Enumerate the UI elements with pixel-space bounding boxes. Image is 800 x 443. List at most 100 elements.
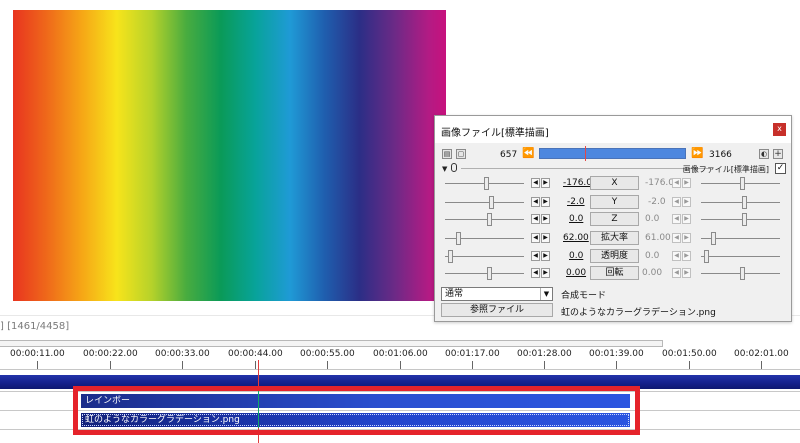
param-name-button[interactable]: Z: [590, 212, 639, 226]
increment-button[interactable]: ▶: [541, 251, 550, 261]
enable-checkbox[interactable]: ✓: [775, 163, 786, 174]
ruler-tick: [327, 361, 328, 369]
timeline-scrollbar[interactable]: [0, 340, 663, 347]
increment-button[interactable]: ▶: [682, 178, 691, 188]
camera-icon[interactable]: ◐: [759, 149, 769, 159]
slider-thumb[interactable]: [711, 232, 716, 245]
decrement-button[interactable]: ◀: [531, 251, 540, 261]
param-value[interactable]: 62.00: [563, 233, 589, 243]
param-end-value[interactable]: 61.00: [645, 233, 671, 243]
dialog-titlebar[interactable]: 画像ファイル[標準描画] x: [435, 116, 791, 143]
increment-button[interactable]: ▶: [682, 214, 691, 224]
slider-track: [701, 219, 780, 220]
decrement-button[interactable]: ◀: [531, 233, 540, 243]
increment-button[interactable]: ▶: [541, 197, 550, 207]
slider-track: [445, 256, 524, 257]
decrement-button[interactable]: ◀: [672, 178, 681, 188]
param-name-button[interactable]: X: [590, 176, 639, 190]
param-value[interactable]: 0.0: [569, 214, 583, 224]
ruler-tick-label: 00:01:17.00: [445, 349, 500, 359]
ruler-tick-label: 00:01:39.00: [589, 349, 644, 359]
increment-button[interactable]: ▶: [541, 233, 550, 243]
timeline-ruler[interactable]: 00:00:11.00 00:00:22.00 00:00:33.00 00:0…: [0, 348, 800, 370]
slider-track: [701, 202, 780, 203]
decrement-button[interactable]: ◀: [531, 178, 540, 188]
ruler-tick-label: 00:01:50.00: [662, 349, 717, 359]
object-settings-dialog: 画像ファイル[標準描画] x ▤ ▢ 657 ⏪ ⏩ 3166 ◐ + ▼ 画像…: [434, 115, 792, 322]
ruler-tick-label: 00:01:28.00: [517, 349, 572, 359]
increment-button[interactable]: ▶: [541, 214, 550, 224]
slider-track: [445, 273, 524, 274]
ruler-tick-label: 00:00:22.00: [83, 349, 138, 359]
ruler-tick: [255, 361, 256, 369]
decrement-button[interactable]: ◀: [672, 251, 681, 261]
decrement-button[interactable]: ◀: [672, 214, 681, 224]
param-end-value[interactable]: -2.0: [648, 197, 666, 207]
highlight-annotation: [73, 386, 640, 435]
ruler-tick-label: 00:00:44.00: [228, 349, 283, 359]
frame-range-bar[interactable]: [539, 148, 686, 159]
increment-button[interactable]: ▶: [682, 268, 691, 278]
increment-button[interactable]: ▶: [541, 178, 550, 188]
frame-next-button[interactable]: ⏩: [691, 148, 703, 159]
increment-button[interactable]: ▶: [682, 197, 691, 207]
group-label: 画像ファイル[標準描画]: [682, 165, 769, 174]
slider-thumb[interactable]: [742, 213, 747, 226]
ruler-tick: [544, 361, 545, 369]
param-value[interactable]: 0.0: [569, 251, 583, 261]
slider-thumb[interactable]: [487, 267, 492, 280]
param-value[interactable]: -2.0: [567, 197, 585, 207]
slider-thumb[interactable]: [489, 196, 494, 209]
slider-thumb[interactable]: [740, 267, 745, 280]
param-end-value[interactable]: 0.00: [642, 268, 662, 278]
collapse-triangle-icon[interactable]: ▼: [442, 165, 447, 173]
slider-thumb[interactable]: [448, 250, 453, 263]
ruler-tick: [37, 361, 38, 369]
decrement-button[interactable]: ◀: [531, 268, 540, 278]
close-button[interactable]: x: [773, 123, 786, 136]
file-name-label: 虹のようなカラーグラデーション.png: [561, 308, 716, 318]
increment-button[interactable]: ▶: [682, 233, 691, 243]
param-end-value[interactable]: 0.0: [645, 214, 659, 224]
param-end-value[interactable]: -176.0: [645, 178, 674, 188]
param-end-value[interactable]: 0.0: [645, 251, 659, 261]
decrement-button[interactable]: ◀: [531, 197, 540, 207]
slider-thumb[interactable]: [704, 250, 709, 263]
increment-button[interactable]: ▶: [682, 251, 691, 261]
slider-thumb[interactable]: [487, 213, 492, 226]
frame-prev-button[interactable]: ⏪: [522, 148, 534, 159]
preview-canvas: [13, 10, 446, 301]
increment-button[interactable]: ▶: [541, 268, 550, 278]
decrement-button[interactable]: ◀: [672, 268, 681, 278]
frame-readout: ] [1461/4458]: [0, 321, 70, 332]
decrement-button[interactable]: ◀: [672, 233, 681, 243]
blend-mode-value: 通常: [445, 289, 464, 299]
slider-thumb[interactable]: [484, 177, 489, 190]
param-name-button[interactable]: 回転: [590, 266, 639, 280]
param-value[interactable]: 0.00: [566, 268, 586, 278]
param-name-button[interactable]: Y: [590, 195, 639, 209]
frame-start[interactable]: 657: [500, 150, 517, 160]
page-icon[interactable]: ▢: [456, 149, 466, 159]
blend-mode-label: 合成モード: [561, 291, 607, 301]
blend-mode-select[interactable]: 通常 ▼: [441, 287, 553, 301]
param-value[interactable]: -176.0: [563, 178, 592, 188]
slider-thumb[interactable]: [740, 177, 745, 190]
chevron-down-icon[interactable]: ▼: [540, 288, 552, 300]
ruler-tick: [761, 361, 762, 369]
decrement-button[interactable]: ◀: [672, 197, 681, 207]
param-name-button[interactable]: 拡大率: [590, 231, 639, 245]
ruler-tick-label: 00:01:06.00: [373, 349, 428, 359]
frame-end[interactable]: 3166: [709, 150, 732, 160]
add-filter-button[interactable]: +: [773, 149, 783, 159]
ruler-tick-label: 00:00:33.00: [155, 349, 210, 359]
frame-current-marker: [585, 146, 586, 161]
slider-thumb[interactable]: [456, 232, 461, 245]
decrement-button[interactable]: ◀: [531, 214, 540, 224]
reference-file-button[interactable]: 参照ファイル: [441, 303, 553, 317]
slider-thumb[interactable]: [742, 196, 747, 209]
ruler-tick-label: 00:00:55.00: [300, 349, 355, 359]
ruler-tick: [689, 361, 690, 369]
split-icon[interactable]: ▤: [442, 149, 452, 159]
param-name-button[interactable]: 透明度: [590, 249, 639, 263]
